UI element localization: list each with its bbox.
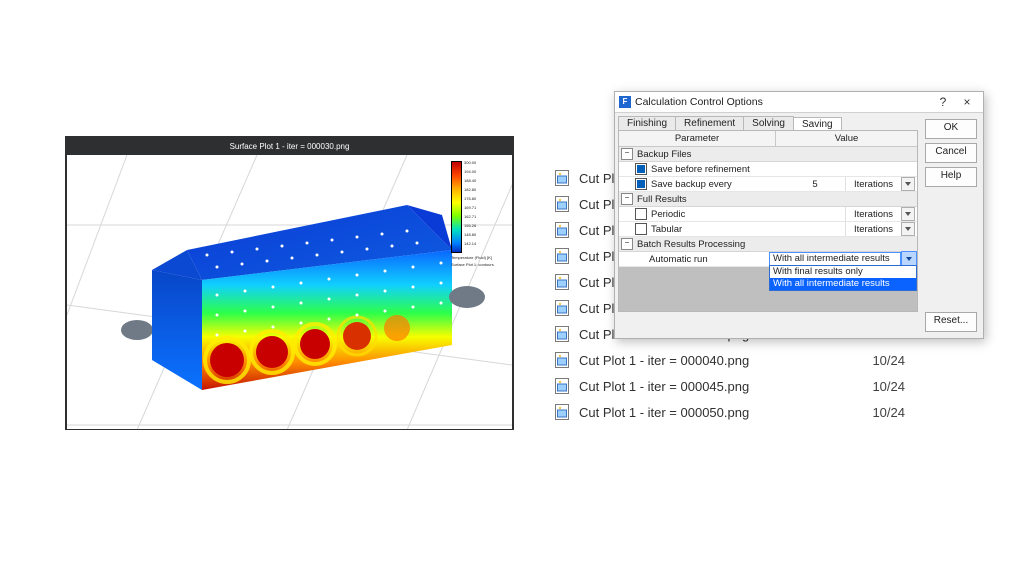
dialog-titlebar[interactable]: F Calculation Control Options ? × — [615, 92, 983, 113]
group-label: Backup Files — [637, 149, 691, 160]
save-every-unit: Iterations — [846, 179, 901, 190]
reset-button[interactable]: Reset... — [925, 312, 977, 332]
checkbox-save-before[interactable] — [635, 163, 647, 175]
calc-control-dialog: F Calculation Control Options ? × Finish… — [614, 91, 984, 339]
collapse-icon[interactable]: − — [621, 238, 633, 250]
image-file-icon — [555, 274, 569, 290]
image-file-icon — [555, 170, 569, 186]
group-label: Full Results — [637, 194, 687, 205]
row-periodic[interactable]: Periodic Iterations — [619, 207, 917, 222]
tab-saving[interactable]: Saving — [793, 117, 842, 131]
image-file-icon — [555, 300, 569, 316]
file-row[interactable]: Cut Plot 1 - iter = 000050.png 10/24 — [555, 399, 935, 425]
unit-dropdown-icon[interactable] — [901, 177, 915, 191]
combo-item[interactable]: With all intermediate results — [770, 278, 916, 290]
group-label: Batch Results Processing — [637, 239, 745, 250]
collapse-icon[interactable]: − — [621, 148, 633, 160]
group-batch-results[interactable]: − Batch Results Processing — [619, 237, 917, 252]
checkbox-save-every[interactable] — [635, 178, 647, 190]
group-backup-files[interactable]: − Backup Files — [619, 147, 917, 162]
file-name: Cut Plot 1 - iter = 000050.png — [579, 405, 749, 420]
unit-dropdown-icon[interactable] — [901, 207, 915, 221]
file-name: Cut Plot 1 - iter = 000045.png — [579, 379, 749, 394]
viewer-title: Surface Plot 1 - iter = 000030.png — [67, 138, 512, 155]
dialog-tabs: Finishing Refinement Solving Saving — [615, 113, 921, 130]
file-date: 10/24 — [872, 353, 935, 368]
titlebar-help-icon[interactable]: ? — [931, 95, 955, 109]
group-full-results[interactable]: − Full Results — [619, 192, 917, 207]
file-name: Cut Plot 1 - iter = 000040.png — [579, 353, 749, 368]
file-date: 10/24 — [872, 405, 935, 420]
checkbox-tabular[interactable] — [635, 223, 647, 235]
legend-caption-2: Surface Plot 1: contours — [451, 260, 506, 267]
dialog-title: Calculation Control Options — [635, 96, 931, 108]
legend-caption-1: Temperature (Fluid) [K] — [451, 253, 506, 260]
tab-finishing[interactable]: Finishing — [618, 116, 676, 130]
automatic-run-combo[interactable]: With all intermediate results With final… — [769, 251, 917, 267]
image-file-icon — [555, 222, 569, 238]
image-file-icon — [555, 404, 569, 420]
grid-header: Parameter Value — [619, 131, 917, 147]
surface-plot-viewer: Surface Plot 1 - iter = 000030.png — [65, 136, 514, 430]
file-row[interactable]: Cut Plot 1 - iter = 000045.png 10/24 — [555, 373, 935, 399]
tab-solving[interactable]: Solving — [743, 116, 794, 130]
row-tabular[interactable]: Tabular Iterations — [619, 222, 917, 237]
save-every-value[interactable]: 5 — [785, 179, 845, 190]
color-legend: 300.00 194.00 188.40 182.80 176.80 169.7… — [451, 161, 506, 267]
column-value: Value — [776, 131, 917, 146]
help-button[interactable]: Help — [925, 167, 977, 187]
image-file-icon — [555, 326, 569, 342]
collapse-icon[interactable]: − — [621, 193, 633, 205]
row-save-before-refinement[interactable]: Save before refinement — [619, 162, 917, 177]
tab-refinement[interactable]: Refinement — [675, 116, 744, 130]
image-file-icon — [555, 352, 569, 368]
combo-item[interactable]: With final results only — [770, 266, 916, 278]
combo-field[interactable]: With all intermediate results — [769, 252, 901, 266]
unit-dropdown-icon[interactable] — [901, 222, 915, 236]
close-icon[interactable]: × — [955, 95, 979, 109]
ok-button[interactable]: OK — [925, 119, 977, 139]
image-file-icon — [555, 196, 569, 212]
surface-plot-graphic — [67, 155, 512, 429]
row-save-backup-every[interactable]: Save backup every 5 Iterations — [619, 177, 917, 192]
image-file-icon — [555, 378, 569, 394]
combo-list: With final results only With all interme… — [769, 265, 917, 291]
legend-ticks: 300.00 194.00 188.40 182.80 176.80 169.7… — [464, 161, 476, 251]
saving-sheet: Parameter Value − Backup Files Save befo… — [618, 130, 918, 312]
app-icon: F — [619, 96, 631, 108]
cancel-button[interactable]: Cancel — [925, 143, 977, 163]
viewer-canvas: 300.00 194.00 188.40 182.80 176.80 169.7… — [67, 155, 512, 429]
row-automatic-run[interactable]: Automatic run With all intermediate resu… — [619, 252, 917, 267]
file-date: 10/24 — [872, 379, 935, 394]
checkbox-periodic[interactable] — [635, 208, 647, 220]
image-file-icon — [555, 248, 569, 264]
column-parameter: Parameter — [619, 131, 776, 146]
file-row[interactable]: Cut Plot 1 - iter = 000040.png 10/24 — [555, 347, 935, 373]
